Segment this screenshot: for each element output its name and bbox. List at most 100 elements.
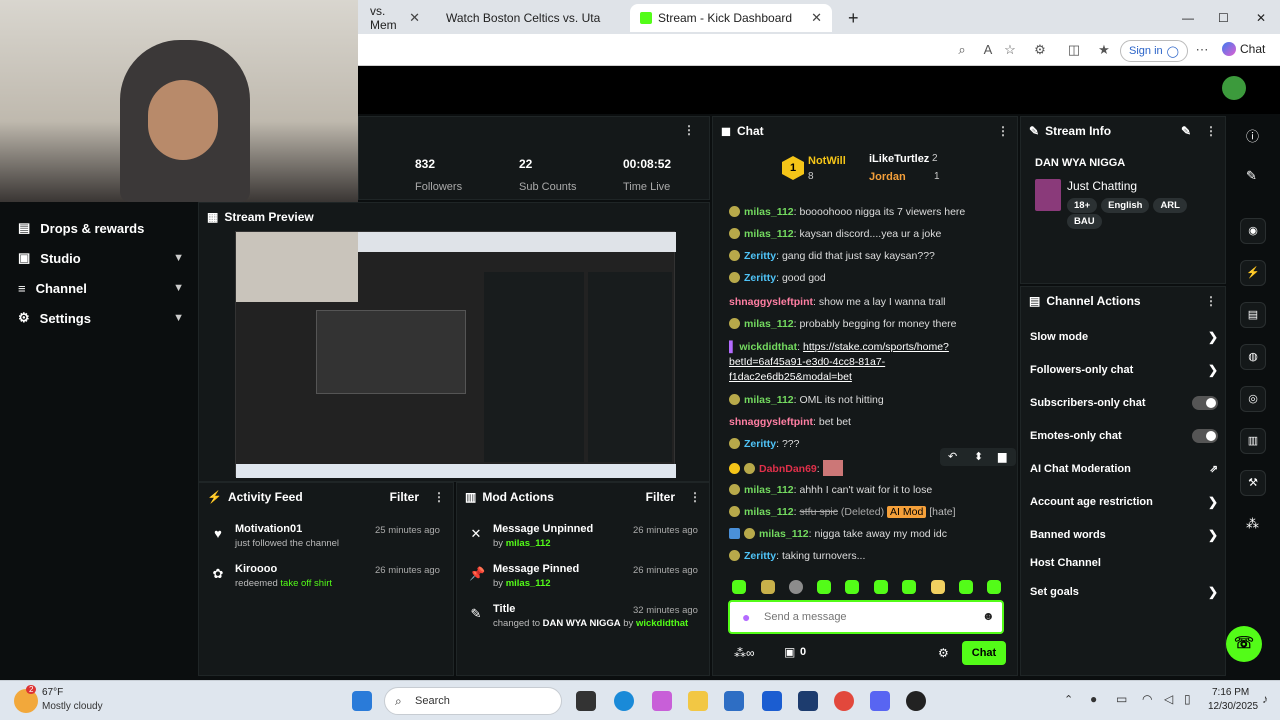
chat-username[interactable]: milas_112 bbox=[744, 228, 794, 240]
stream-video[interactable] bbox=[235, 231, 676, 478]
subscribers-only-action[interactable]: Subscribers-only chat bbox=[1030, 393, 1218, 413]
kebab-menu-icon[interactable]: ⋮ bbox=[997, 124, 1009, 138]
emote-icon[interactable] bbox=[732, 580, 746, 594]
chat-message[interactable]: Zeritty: gang did that just say kaysan??… bbox=[729, 250, 935, 262]
account-age-action[interactable]: Account age restriction ❯ bbox=[1030, 492, 1218, 512]
kebab-menu-icon[interactable]: ⋮ bbox=[689, 490, 701, 504]
display-icon[interactable]: ▭ bbox=[1116, 692, 1127, 706]
chat-message[interactable]: milas_112: ahhh I can't wait for it to l… bbox=[729, 484, 932, 496]
split-screen-icon[interactable]: ◫ bbox=[1066, 42, 1082, 58]
followers-only-action[interactable]: Followers-only chat ❯ bbox=[1030, 360, 1218, 380]
emotes-only-action[interactable]: Emotes-only chat bbox=[1030, 426, 1218, 446]
chat-message[interactable]: milas_112: stfu spic (Deleted) AI Mod [h… bbox=[729, 506, 956, 518]
pin-icon[interactable]: ⬍ bbox=[974, 450, 983, 463]
kebab-menu-icon[interactable]: ⋮ bbox=[433, 490, 445, 504]
chat-message[interactable]: milas_112: OML its not hitting bbox=[729, 394, 884, 406]
chat-message[interactable]: Zeritty: ??? bbox=[729, 438, 799, 450]
favorites-icon[interactable]: ★ bbox=[1096, 42, 1112, 58]
emote-icon[interactable] bbox=[761, 580, 775, 594]
store-icon[interactable] bbox=[724, 691, 744, 711]
avatar[interactable] bbox=[1222, 76, 1246, 100]
leaderboard-name[interactable]: iLikeTurtlez bbox=[869, 153, 929, 165]
chat-message[interactable]: Zeritty: good god bbox=[729, 272, 826, 284]
chat-username[interactable]: wickdidthat bbox=[739, 341, 797, 353]
sidebar-item-drops[interactable]: ▤ Drops & rewards bbox=[18, 218, 184, 238]
chat-message[interactable]: DabnDan69: bbox=[729, 460, 843, 476]
set-goals-action[interactable]: Set goals ❯ bbox=[1030, 582, 1218, 602]
chat-username[interactable]: shnaggysleftpint bbox=[729, 416, 813, 428]
chevron-up-icon[interactable]: ⌃ bbox=[1064, 693, 1073, 706]
clock-time[interactable]: 7:16 PM bbox=[1212, 687, 1249, 698]
reply-icon[interactable]: ↶ bbox=[948, 450, 957, 463]
send-chat-button[interactable]: Chat bbox=[962, 641, 1006, 665]
leaderboard-name[interactable]: NotWill bbox=[808, 155, 846, 167]
microphone-icon[interactable]: ● bbox=[742, 609, 750, 625]
document-icon[interactable]: ▤ bbox=[1240, 302, 1266, 328]
new-tab-button[interactable]: + bbox=[838, 4, 862, 32]
chat-message[interactable]: Zeritty: taking turnovers... bbox=[729, 550, 865, 562]
emote-icon[interactable] bbox=[902, 580, 916, 594]
chat-message[interactable]: milas_112: probably begging for money th… bbox=[729, 318, 957, 330]
microphone-icon[interactable]: ● bbox=[1090, 692, 1097, 706]
close-icon[interactable]: ✕ bbox=[811, 10, 822, 26]
kebab-menu-icon[interactable]: ⋮ bbox=[1205, 294, 1217, 308]
users-icon[interactable]: ⁂ bbox=[1246, 516, 1259, 532]
copilot-icon[interactable] bbox=[652, 691, 672, 711]
obs-icon[interactable] bbox=[906, 691, 926, 711]
kebab-menu-icon[interactable]: ⋮ bbox=[683, 123, 695, 137]
sign-in-button[interactable]: Sign in ◯ bbox=[1120, 40, 1188, 62]
chat-username[interactable]: milas_112 bbox=[744, 484, 794, 496]
filter-button[interactable]: Filter bbox=[646, 490, 675, 504]
chat-username[interactable]: Zeritty bbox=[744, 550, 776, 562]
chat-username[interactable]: Zeritty bbox=[744, 250, 776, 262]
volume-icon[interactable]: ◁ bbox=[1164, 692, 1173, 706]
banned-words-action[interactable]: Banned words ❯ bbox=[1030, 525, 1218, 545]
camera-icon[interactable]: ◉ bbox=[1240, 218, 1266, 244]
task-view-icon[interactable] bbox=[576, 691, 596, 711]
notification-bell-icon[interactable]: ♪ bbox=[1262, 692, 1268, 706]
emote-icon[interactable] bbox=[817, 580, 831, 594]
host-channel-action[interactable]: Host Channel bbox=[1030, 553, 1218, 573]
subscribers-only-toggle[interactable] bbox=[1192, 396, 1218, 410]
edit-icon[interactable]: ✎ bbox=[1246, 168, 1257, 184]
app-icon[interactable] bbox=[798, 691, 818, 711]
tab-celtics[interactable]: Watch Boston Celtics vs. Uta bbox=[436, 4, 616, 32]
chat-username[interactable]: milas_112 bbox=[744, 318, 794, 330]
read-aloud-icon[interactable]: A bbox=[980, 42, 996, 58]
slow-mode-action[interactable]: Slow mode ❯ bbox=[1030, 327, 1218, 347]
ai-moderation-action[interactable]: AI Chat Moderation ⇗ bbox=[1030, 459, 1218, 479]
chat-username[interactable]: milas_112 bbox=[744, 506, 794, 518]
emote-icon[interactable] bbox=[789, 580, 803, 594]
support-button[interactable]: ☏ bbox=[1226, 626, 1262, 662]
chat-link[interactable]: https://stake.com/sports/home? bbox=[803, 341, 949, 353]
file-explorer-icon[interactable] bbox=[688, 691, 708, 711]
edit-icon[interactable]: ✎ bbox=[1181, 124, 1191, 138]
chat-username[interactable]: DabnDan69 bbox=[759, 463, 817, 475]
chat-message[interactable]: shnaggysleftpint: show me a lay I wanna … bbox=[729, 296, 946, 308]
windows-start-icon[interactable] bbox=[352, 691, 372, 711]
leaderboard-name[interactable]: Jordan bbox=[869, 171, 906, 183]
chat-input-box[interactable]: ● ☻ bbox=[728, 600, 1004, 634]
close-icon[interactable]: ✕ bbox=[409, 10, 420, 26]
delete-icon[interactable]: ▆ bbox=[998, 450, 1006, 463]
broadcast-icon[interactable]: ◎ bbox=[1240, 386, 1266, 412]
zoom-icon[interactable]: ⌕ bbox=[954, 42, 970, 58]
discord-icon[interactable] bbox=[870, 691, 890, 711]
copilot-chat-button[interactable]: Chat bbox=[1222, 42, 1265, 56]
layout-icon[interactable]: ▥ bbox=[1240, 428, 1266, 454]
chat-username[interactable]: Zeritty bbox=[744, 438, 776, 450]
emote-icon[interactable] bbox=[959, 580, 973, 594]
sidebar-item-studio[interactable]: ▣ Studio ▼ bbox=[18, 248, 184, 268]
battery-icon[interactable]: ▯ bbox=[1184, 692, 1191, 706]
chat-bubble-icon[interactable]: ◍ bbox=[1240, 344, 1266, 370]
extensions-icon[interactable]: ⚙ bbox=[1032, 42, 1048, 58]
edge-icon[interactable] bbox=[614, 691, 634, 711]
filter-button[interactable]: Filter bbox=[390, 490, 419, 504]
emote-icon[interactable] bbox=[987, 580, 1001, 594]
stream-category[interactable]: Just Chatting bbox=[1067, 179, 1137, 193]
chat-username[interactable]: milas_112 bbox=[759, 528, 809, 540]
tab-memphis[interactable]: vs. Mem ✕ bbox=[360, 4, 430, 32]
maximize-button[interactable]: ☐ bbox=[1208, 4, 1239, 32]
more-icon[interactable]: ⋯ bbox=[1194, 42, 1210, 58]
emotes-only-toggle[interactable] bbox=[1192, 429, 1218, 443]
